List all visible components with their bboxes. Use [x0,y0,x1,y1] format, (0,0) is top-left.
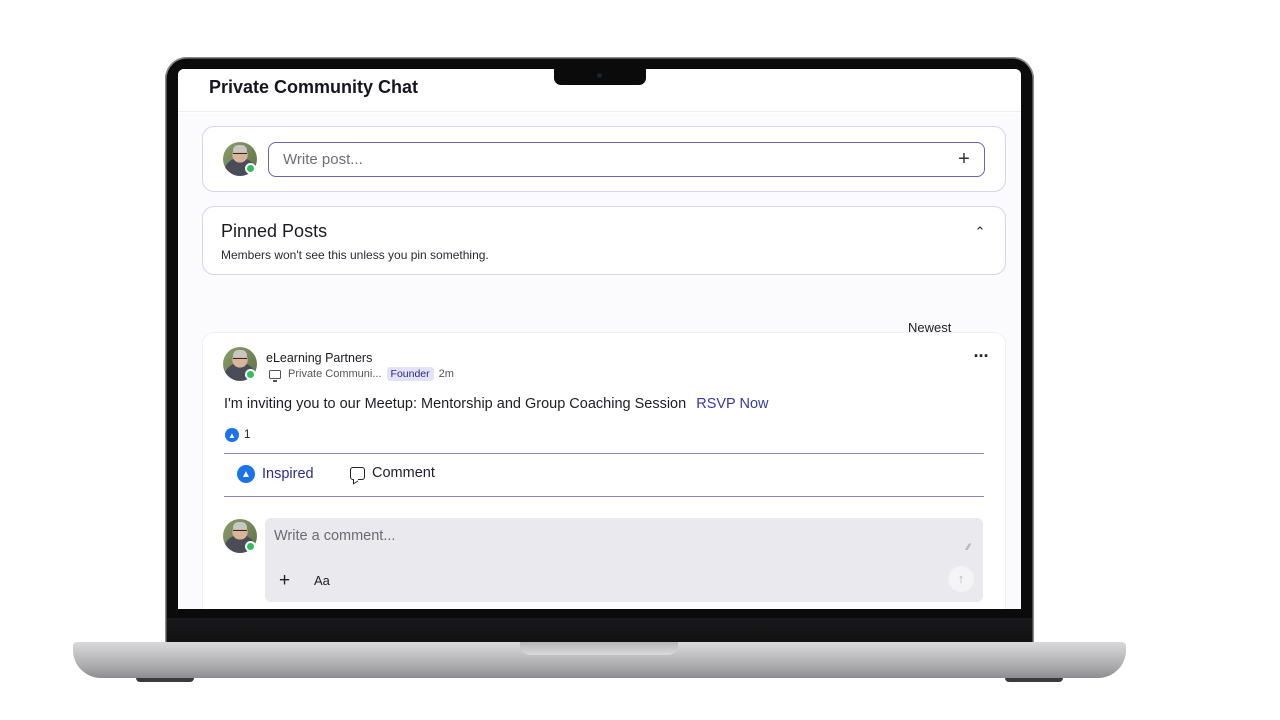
app-screen: Private Community Chat + Pinned Posts Me… [178,69,1021,609]
laptop-foot [1005,678,1063,682]
rsvp-link[interactable]: RSVP Now [696,396,768,412]
feed-content: + Pinned Posts Members won't see this un… [178,113,1021,609]
comment-button[interactable]: Comment [350,465,435,481]
comment-icon [350,466,365,480]
pinned-posts-card: Pinned Posts Members won't see this unle… [202,206,1006,275]
thumbs-up-icon: ▲ [237,465,255,483]
post-composer: + [202,126,1006,192]
reaction-summary[interactable]: ▲ 1 [225,428,250,442]
camera-icon [597,73,602,78]
resize-handle-icon[interactable]: ⁄⁄ [967,542,970,552]
post-meta: Private Communi... Founder 2m [269,367,454,382]
online-status-dot [245,369,256,380]
reaction-count: 1 [244,429,251,441]
chevron-up-icon[interactable]: ⌃ [969,221,991,243]
post-card: eLearning Partners Private Communi... Fo… [202,332,1006,609]
text-format-button[interactable]: Aa [314,573,330,588]
post-channel[interactable]: Private Communi... [288,368,382,380]
write-post-input[interactable] [268,142,985,177]
pinned-posts-subtitle: Members won't see this unless you pin so… [221,248,489,262]
inspired-button[interactable]: ▲ Inspired [237,465,314,483]
more-options-icon[interactable]: ··· [969,347,993,369]
write-comment-input[interactable] [265,518,983,562]
inspired-label: Inspired [262,466,314,482]
laptop-bezel [167,618,1032,642]
post-actions: ▲ Inspired Comment [224,453,984,497]
founder-badge: Founder [386,367,434,381]
page-title: Private Community Chat [209,77,419,97]
online-status-dot [245,163,256,174]
thumbs-up-icon: ▲ [225,428,239,442]
post-author-name[interactable]: eLearning Partners [266,351,372,365]
send-arrow-icon[interactable]: ↑ [948,566,974,592]
monitor-icon [269,369,281,382]
comment-composer: ⁄⁄ + Aa ↑ [265,518,983,602]
laptop-foot [136,678,194,682]
laptop-hinge-notch [520,642,678,655]
plus-icon[interactable]: + [279,570,290,592]
plus-icon[interactable]: + [951,146,977,172]
comment-label: Comment [372,465,435,481]
post-text: I'm inviting you to our Meetup: Mentorsh… [224,396,687,412]
post-body: I'm inviting you to our Meetup: Mentorsh… [224,396,768,412]
pinned-posts-title: Pinned Posts [221,221,328,241]
post-timestamp: 2m [438,368,454,380]
online-status-dot [245,541,256,552]
